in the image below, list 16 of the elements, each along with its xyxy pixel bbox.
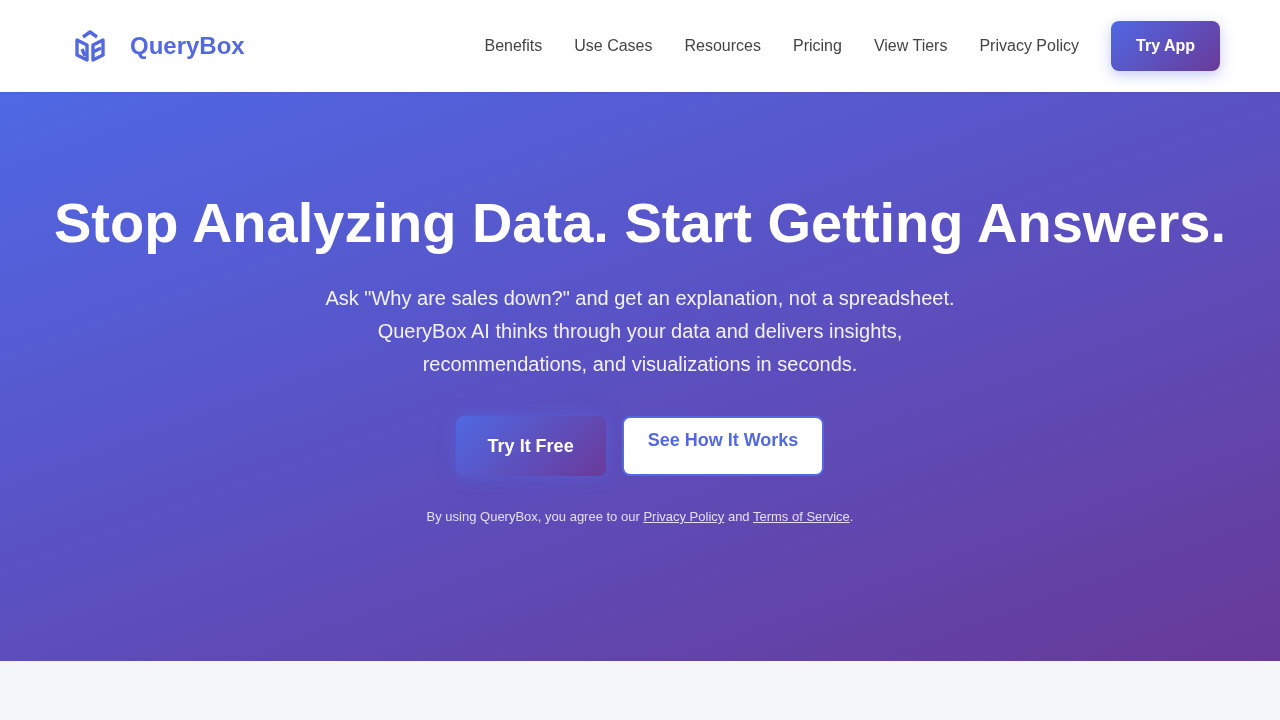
nav-link[interactable]: Benefits	[484, 37, 543, 55]
hero-title: Stop Analyzing Data. Start Getting Answers.	[53, 190, 1227, 256]
cube-logo-icon	[74, 29, 106, 63]
legal-notice: By using QueryBox, you agree to our Privacy Policy and Terms of Service.	[425, 509, 855, 525]
nav-link[interactable]: Privacy Policy	[979, 37, 1079, 55]
try-app-button[interactable]: Try App	[1111, 21, 1220, 71]
try-free-button[interactable]: Try It Free	[455, 416, 606, 476]
nav-link[interactable]: Resources	[684, 37, 761, 55]
nav-link[interactable]: Pricing	[793, 37, 842, 55]
nav-link[interactable]: Use Cases	[574, 37, 653, 55]
nav-link[interactable]: View Tiers	[873, 37, 948, 55]
see-how-button[interactable]: See How It Works	[621, 416, 825, 476]
hero-subtitle: Ask "Why are sales down?" and get an explanation, not a spreadsheet. QueryBox AI thinks through your data and delivers insights, recommendations, and visualizations in seconds.	[324, 286, 956, 377]
legal-link[interactable]: Privacy Policy	[643, 509, 725, 524]
brand-name[interactable]: QueryBox	[130, 32, 245, 60]
legal-link[interactable]: Terms of Service	[753, 509, 850, 524]
